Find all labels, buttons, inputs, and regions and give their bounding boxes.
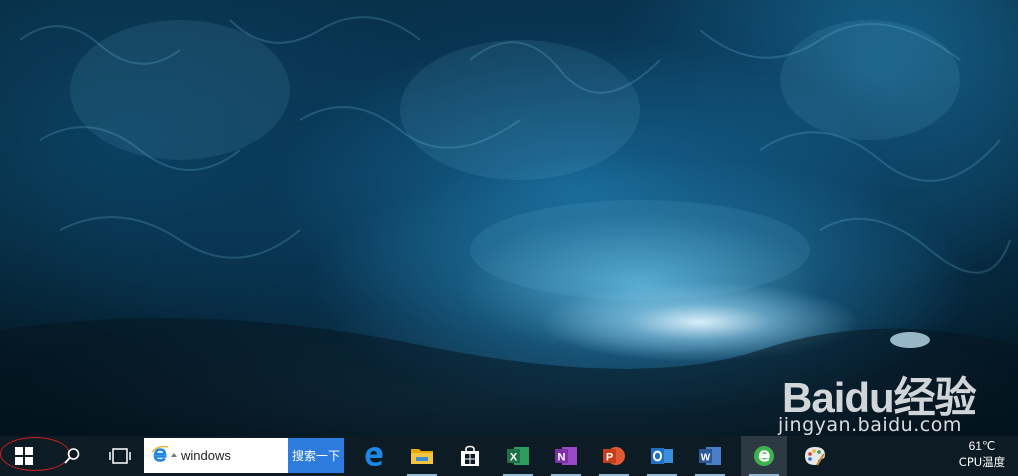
cpu-temperature-widget[interactable]: 61℃ CPU温度 bbox=[950, 438, 1014, 474]
taskbar-app-powerpoint[interactable]: P bbox=[591, 436, 637, 476]
word-icon: W bbox=[699, 447, 721, 465]
dropdown-caret-icon[interactable] bbox=[171, 453, 177, 457]
svg-text:W: W bbox=[701, 453, 711, 464]
taskbar-app-word[interactable]: W bbox=[687, 436, 733, 476]
ie-icon bbox=[151, 445, 169, 462]
taskbar-app-onenote[interactable]: N bbox=[543, 436, 589, 476]
taskbar-app-green-browser[interactable] bbox=[741, 436, 787, 476]
excel-icon: X bbox=[507, 447, 529, 465]
baidu-jingyan-watermark: Baidu经验 jingyan.baidu.com bbox=[778, 364, 1018, 436]
cortana-search-button[interactable] bbox=[48, 436, 96, 476]
search-go-button[interactable]: 搜索一下 bbox=[288, 438, 344, 473]
powerpoint-icon: P bbox=[603, 447, 625, 465]
folder-icon bbox=[411, 449, 433, 464]
store-bag-icon bbox=[461, 445, 479, 466]
taskbar-app-paint[interactable] bbox=[792, 436, 838, 476]
browser-search-box bbox=[144, 438, 288, 473]
taskbar-app-store[interactable] bbox=[447, 436, 493, 476]
magnifier-icon bbox=[64, 448, 80, 464]
cpu-temperature-label: CPU温度 bbox=[958, 455, 1006, 469]
cpu-temperature-value: 61℃ bbox=[968, 439, 996, 453]
svg-text:N: N bbox=[558, 452, 566, 464]
taskbar-app-file-explorer[interactable] bbox=[399, 436, 445, 476]
outlook-icon bbox=[651, 448, 673, 464]
svg-text:X: X bbox=[510, 452, 518, 464]
search-input[interactable] bbox=[181, 445, 281, 465]
paint-palette-icon bbox=[805, 447, 825, 466]
task-view-button[interactable] bbox=[96, 436, 144, 476]
edge-icon bbox=[365, 447, 383, 466]
taskbar-app-excel[interactable]: X bbox=[495, 436, 541, 476]
taskbar-app-outlook[interactable] bbox=[639, 436, 685, 476]
desktop-wallpaper: Baidu经验 jingyan.baidu.com bbox=[0, 0, 1018, 436]
taskbar-app-edge[interactable] bbox=[351, 436, 397, 476]
green-browser-icon bbox=[754, 446, 774, 466]
svg-text:P: P bbox=[606, 452, 613, 464]
task-view-icon bbox=[109, 448, 131, 464]
watermark-url-text: jingyan.baidu.com bbox=[778, 414, 962, 436]
onenote-icon: N bbox=[555, 447, 577, 465]
